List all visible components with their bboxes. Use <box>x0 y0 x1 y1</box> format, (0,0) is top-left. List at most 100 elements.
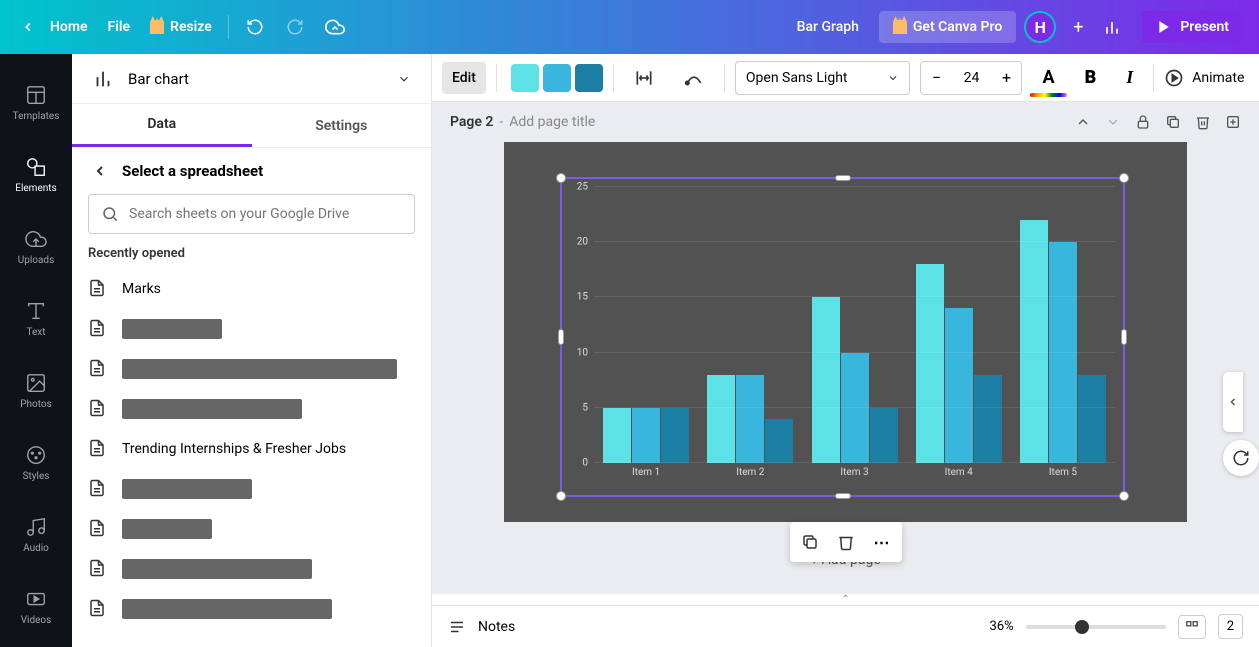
font-family-select[interactable]: Open Sans Light <box>735 61 911 95</box>
search-field[interactable] <box>88 194 415 234</box>
file-row[interactable] <box>72 549 431 589</box>
file-row[interactable] <box>72 469 431 509</box>
nav-elements[interactable]: Elements <box>0 138 72 210</box>
undo-icon[interactable] <box>243 15 267 39</box>
present-label: Present <box>1180 19 1229 35</box>
redacted-file-name <box>122 559 312 579</box>
edit-button[interactable]: Edit <box>442 62 486 94</box>
bar-group <box>698 187 802 463</box>
user-avatar[interactable]: H <box>1024 11 1056 43</box>
font-size-decrease[interactable]: − <box>921 62 951 94</box>
spacing-icon[interactable] <box>624 62 664 94</box>
color-swatch-3[interactable] <box>575 64 603 92</box>
italic-button[interactable]: I <box>1116 62 1143 94</box>
color-swatch-2[interactable] <box>543 64 571 92</box>
bar <box>707 375 735 463</box>
nav-styles[interactable]: Styles <box>0 426 72 498</box>
chart-type-label: Bar chart <box>128 70 189 88</box>
resize-handle-r[interactable] <box>1121 329 1127 345</box>
nav-rail: Templates Elements Uploads Text Photos S… <box>0 54 72 647</box>
chart-type-selector[interactable]: Bar chart <box>72 54 431 104</box>
file-menu[interactable]: File <box>108 19 131 35</box>
add-page-icon[interactable] <box>1225 114 1241 130</box>
file-row[interactable] <box>72 309 431 349</box>
tab-settings[interactable]: Settings <box>252 104 432 147</box>
select-spreadsheet-button[interactable]: Select a spreadsheet <box>72 148 431 194</box>
page-count[interactable]: 2 <box>1218 614 1243 639</box>
animate-button[interactable]: Animate <box>1164 68 1244 88</box>
redo-icon[interactable] <box>283 15 307 39</box>
resize-handle-tl[interactable] <box>556 173 566 183</box>
divider <box>228 15 229 39</box>
file-row[interactable]: Trending Internships & Fresher Jobs <box>72 429 431 469</box>
cloud-sync-icon[interactable] <box>323 15 347 39</box>
document-icon <box>88 517 108 541</box>
resize-handle-bl[interactable] <box>556 491 566 501</box>
page-down-icon[interactable] <box>1105 114 1121 130</box>
home-link[interactable]: Home <box>50 19 88 35</box>
present-button[interactable]: Present <box>1142 11 1243 43</box>
nav-audio[interactable]: Audio <box>0 498 72 570</box>
zoom-slider-thumb[interactable] <box>1075 620 1089 634</box>
file-list: Marks Trending Internships & Fresher Jobs <box>72 269 431 647</box>
gridline <box>594 352 1115 353</box>
document-icon <box>88 317 108 341</box>
document-icon <box>88 397 108 421</box>
nav-uploads[interactable]: Uploads <box>0 210 72 282</box>
canvas-scroll[interactable]: 0510152025 Item 1Item 2Item 3Item 4Item … <box>432 142 1259 593</box>
duplicate-icon[interactable] <box>796 528 824 556</box>
color-swatch-1[interactable] <box>511 64 539 92</box>
sync-icon[interactable] <box>1223 440 1259 476</box>
gridline <box>594 241 1115 242</box>
zoom-slider[interactable] <box>1026 625 1166 629</box>
nav-text[interactable]: Text <box>0 282 72 354</box>
collapse-handle[interactable]: ⌃ <box>432 593 1259 605</box>
page-up-icon[interactable] <box>1075 114 1091 130</box>
grid-view-icon[interactable] <box>1178 615 1206 639</box>
font-size-increase[interactable]: + <box>991 62 1021 94</box>
trash-icon[interactable] <box>832 528 860 556</box>
file-row[interactable] <box>72 349 431 389</box>
resize-handle-b[interactable] <box>835 493 851 499</box>
tab-data[interactable]: Data <box>72 104 252 147</box>
expand-right-icon[interactable] <box>1223 372 1243 432</box>
duplicate-page-icon[interactable] <box>1165 114 1181 130</box>
document-title[interactable]: Bar Graph <box>797 19 859 35</box>
bottom-bar: Notes 36% 2 <box>432 605 1259 647</box>
delete-page-icon[interactable] <box>1195 114 1211 130</box>
bold-button[interactable]: B <box>1075 62 1107 94</box>
redacted-file-name <box>122 519 212 539</box>
y-tick: 10 <box>577 347 588 358</box>
resize-handle-l[interactable] <box>558 329 564 345</box>
nav-photos[interactable]: Photos <box>0 354 72 426</box>
notes-button[interactable]: Notes <box>478 619 515 635</box>
page-title-placeholder[interactable]: Add page title <box>509 114 595 130</box>
share-plus-icon[interactable]: + <box>1064 13 1092 41</box>
nav-templates[interactable]: Templates <box>0 66 72 138</box>
resize-handle-tr[interactable] <box>1119 173 1129 183</box>
resize-handle-t[interactable] <box>835 175 851 181</box>
bar <box>661 408 689 463</box>
back-chevron-icon[interactable] <box>16 15 40 39</box>
file-row[interactable] <box>72 589 431 629</box>
more-icon[interactable]: ⋯ <box>868 528 896 556</box>
page-canvas[interactable]: 0510152025 Item 1Item 2Item 3Item 4Item … <box>504 142 1187 522</box>
nav-videos[interactable]: Videos <box>0 570 72 642</box>
resize-button[interactable]: Resize <box>150 19 212 35</box>
file-row[interactable]: Marks <box>72 269 431 309</box>
font-size-value[interactable]: 24 <box>951 70 991 86</box>
chart-selection-box[interactable]: 0510152025 Item 1Item 2Item 3Item 4Item … <box>560 177 1125 497</box>
file-row[interactable] <box>72 389 431 429</box>
search-input[interactable] <box>129 206 402 222</box>
get-pro-button[interactable]: Get Canva Pro <box>879 11 1016 43</box>
lock-icon[interactable] <box>1135 114 1151 130</box>
resize-handle-br[interactable] <box>1119 491 1129 501</box>
file-row[interactable] <box>72 509 431 549</box>
bar <box>945 308 973 463</box>
resize-label: Resize <box>170 19 212 35</box>
insights-chart-icon[interactable] <box>1100 15 1124 39</box>
smooth-curve-icon[interactable] <box>674 62 714 94</box>
zoom-value[interactable]: 36% <box>990 619 1014 634</box>
canvas-area: Edit Open Sans Light − 24 + A B I Animat… <box>432 54 1259 647</box>
text-color-button[interactable]: A <box>1032 62 1064 94</box>
